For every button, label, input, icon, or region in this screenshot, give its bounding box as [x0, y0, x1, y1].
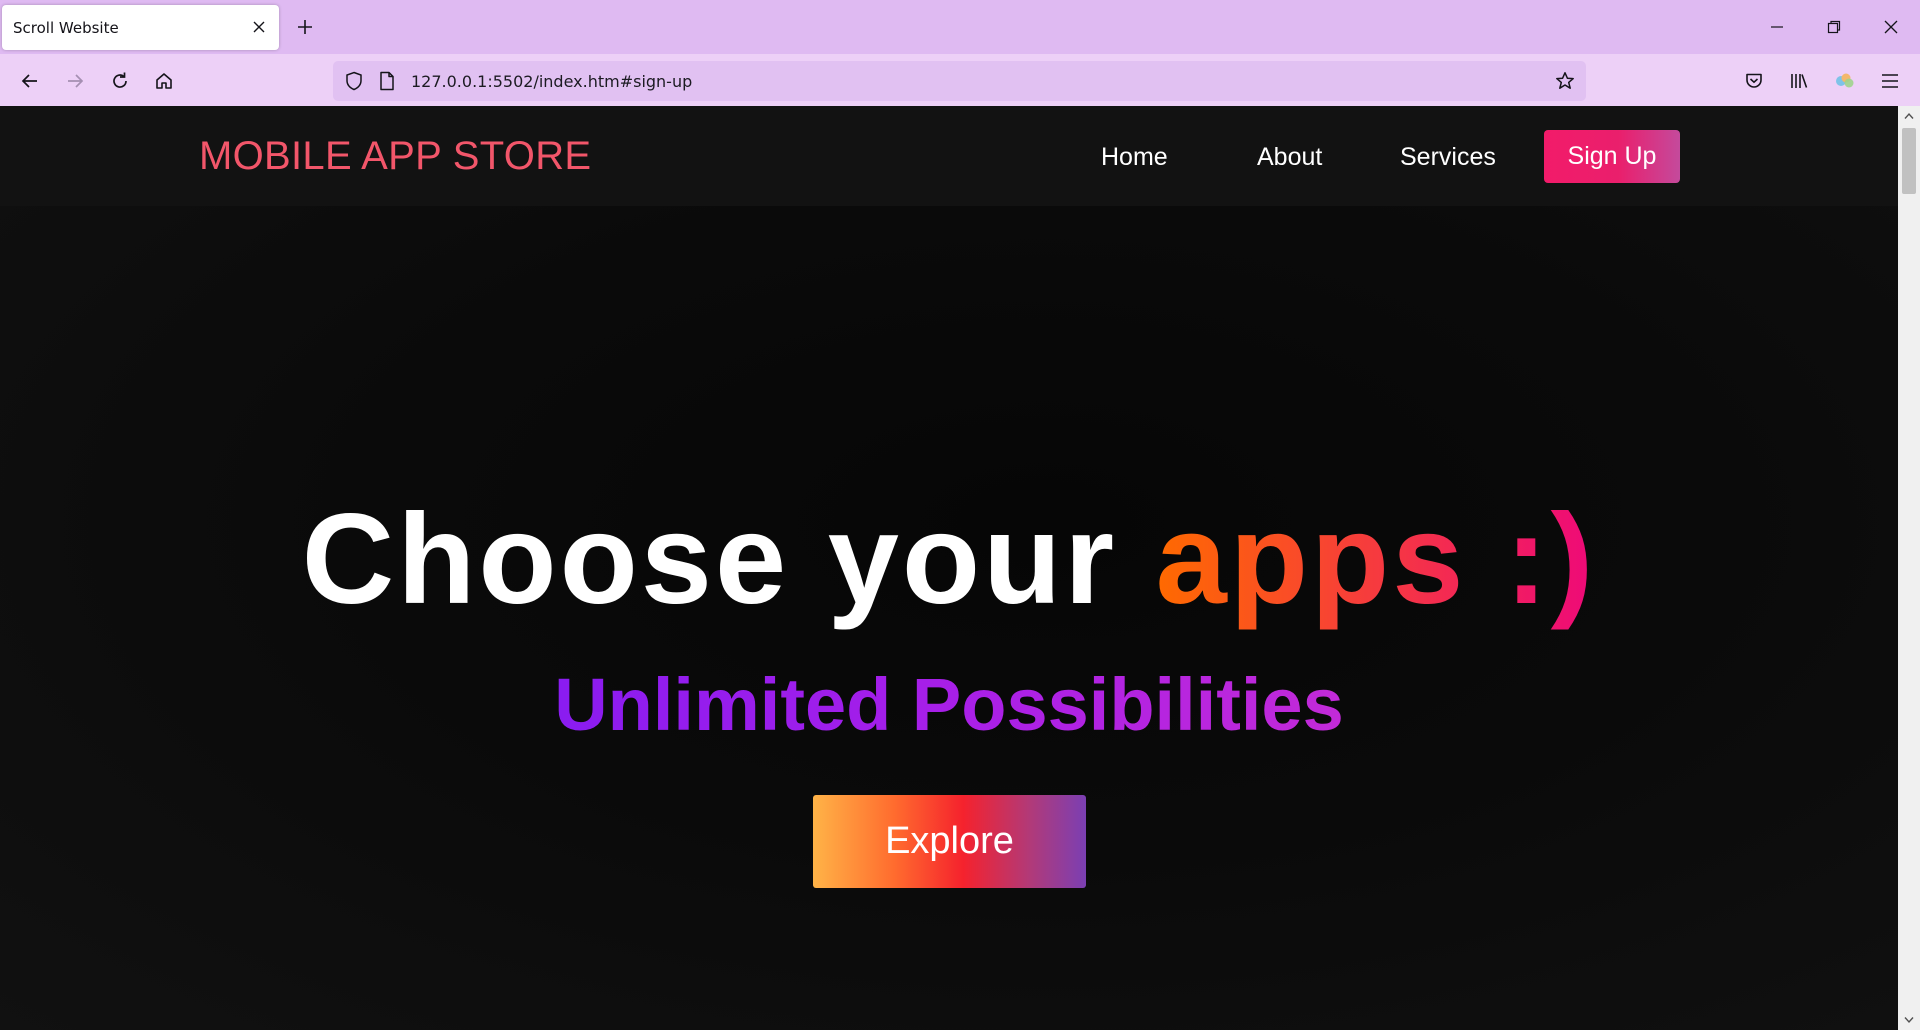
window-close-icon[interactable] — [1876, 12, 1906, 42]
shield-icon[interactable] — [343, 70, 365, 92]
hamburger-icon[interactable] — [1873, 64, 1907, 98]
explore-button[interactable]: Explore — [813, 795, 1086, 888]
arrow-right-icon[interactable] — [58, 64, 92, 98]
browser-tab[interactable]: Scroll Website — [2, 5, 279, 50]
browser-toolbar: 127.0.0.1:5502/index.htm#sign-up — [0, 54, 1920, 106]
minimize-icon[interactable] — [1762, 12, 1792, 42]
reload-icon[interactable] — [103, 64, 137, 98]
restore-icon[interactable] — [1819, 12, 1849, 42]
pocket-icon[interactable] — [1737, 64, 1771, 98]
hero-title-main: Choose your — [301, 488, 1156, 631]
hero-title: Choose your apps :) — [0, 496, 1898, 624]
scroll-down-icon[interactable] — [1898, 1010, 1920, 1030]
hero-title-accent: apps :) — [1155, 488, 1597, 631]
library-icon[interactable] — [1782, 64, 1816, 98]
sign-up-button[interactable]: Sign Up — [1544, 130, 1680, 183]
browser-tab-strip: Scroll Website — [0, 0, 1920, 54]
nav-about-link[interactable]: About — [1257, 143, 1322, 172]
site-header: MOBILE APP STORE Home About Services Sig… — [0, 106, 1898, 206]
close-icon[interactable] — [248, 16, 270, 38]
site-logo[interactable]: MOBILE APP STORE — [199, 134, 591, 179]
nav-services-link[interactable]: Services — [1400, 143, 1496, 172]
arrow-left-icon[interactable] — [13, 64, 47, 98]
scroll-thumb[interactable] — [1902, 128, 1916, 194]
home-icon[interactable] — [147, 64, 181, 98]
nav-home-link[interactable]: Home — [1101, 143, 1168, 172]
account-icon[interactable] — [1828, 64, 1862, 98]
hero-subtitle: Unlimited Possibilities — [0, 668, 1898, 742]
scroll-up-icon[interactable] — [1898, 106, 1920, 126]
hero-subtitle-text: Unlimited Possibilities — [554, 663, 1344, 746]
star-icon[interactable] — [1554, 70, 1576, 92]
page-viewport: MOBILE APP STORE Home About Services Sig… — [0, 106, 1898, 1030]
plus-icon[interactable] — [291, 13, 319, 41]
vertical-scrollbar[interactable] — [1898, 106, 1920, 1030]
url-bar[interactable]: 127.0.0.1:5502/index.htm#sign-up — [333, 61, 1586, 101]
page-icon[interactable] — [376, 70, 398, 92]
url-text[interactable]: 127.0.0.1:5502/index.htm#sign-up — [411, 72, 692, 91]
tab-title: Scroll Website — [13, 19, 119, 37]
